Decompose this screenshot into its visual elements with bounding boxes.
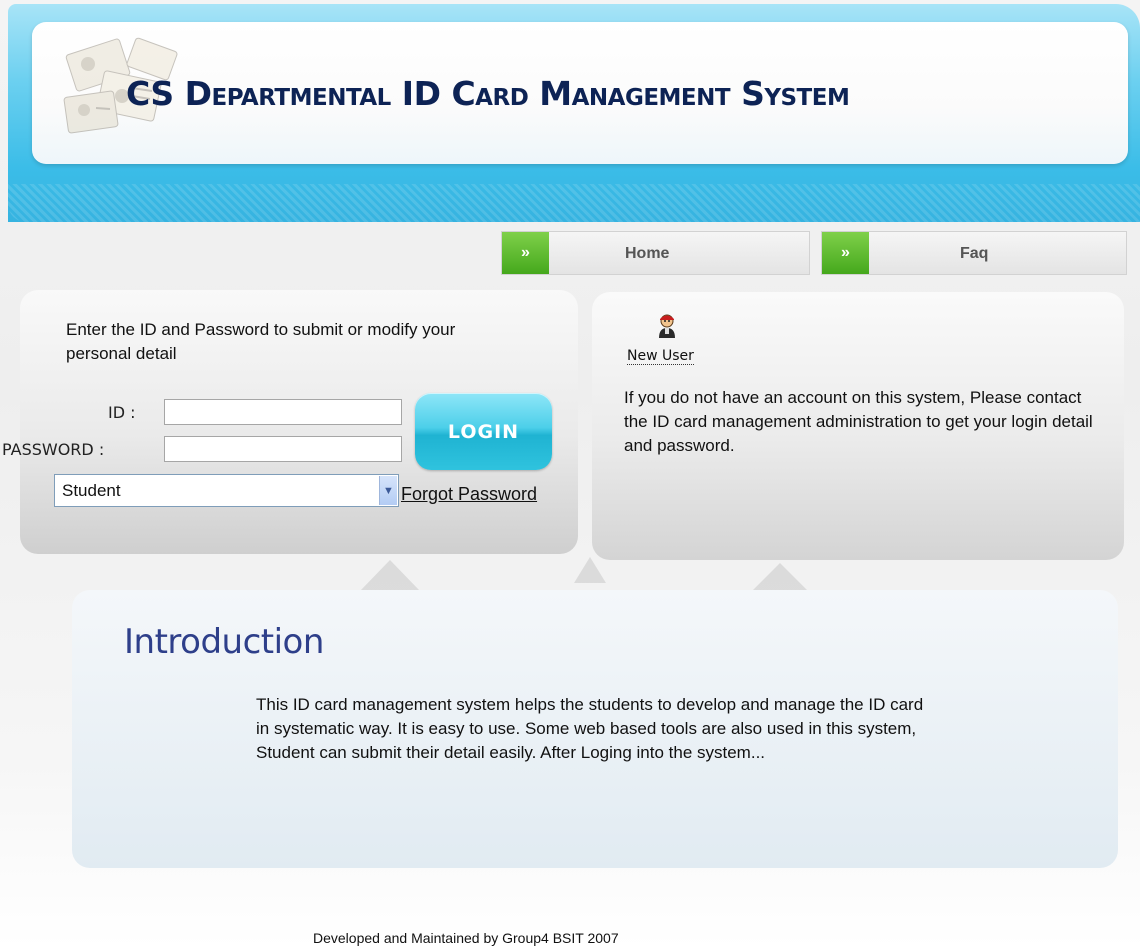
nav-home-label: Home bbox=[625, 245, 670, 262]
introduction-title: Introduction bbox=[124, 622, 324, 662]
new-user-link[interactable]: New User bbox=[627, 348, 694, 365]
login-instructions: Enter the ID and Password to submit or m… bbox=[66, 320, 456, 363]
nav-home[interactable]: » Home bbox=[501, 231, 810, 275]
double-chevron-right-icon: » bbox=[822, 232, 869, 274]
footer-credit: Developed and Maintained by Group4 BSIT … bbox=[313, 930, 619, 946]
id-label: ID : bbox=[108, 403, 136, 422]
password-label: PASSWORD : bbox=[2, 440, 105, 459]
double-chevron-right-icon: » bbox=[502, 232, 549, 274]
role-select-value: Student bbox=[62, 481, 121, 500]
id-input[interactable] bbox=[164, 399, 402, 425]
site-title: CS Departmental ID Card Management Syste… bbox=[126, 74, 850, 113]
nav-faq[interactable]: » Faq bbox=[821, 231, 1127, 275]
forgot-password-link[interactable]: Forgot Password bbox=[401, 484, 537, 505]
role-select[interactable]: Student ▼ bbox=[54, 474, 399, 507]
decorative-watermark bbox=[360, 557, 808, 591]
introduction-text: This ID card management system helps the… bbox=[256, 695, 924, 762]
password-input[interactable] bbox=[164, 436, 402, 462]
login-button[interactable]: LOGIN bbox=[415, 393, 552, 470]
new-user-text: If you do not have an account on this sy… bbox=[624, 388, 1093, 455]
new-user-person-icon[interactable] bbox=[655, 312, 679, 340]
dropdown-arrow-icon[interactable]: ▼ bbox=[379, 476, 397, 505]
nav-faq-label: Faq bbox=[960, 245, 989, 262]
